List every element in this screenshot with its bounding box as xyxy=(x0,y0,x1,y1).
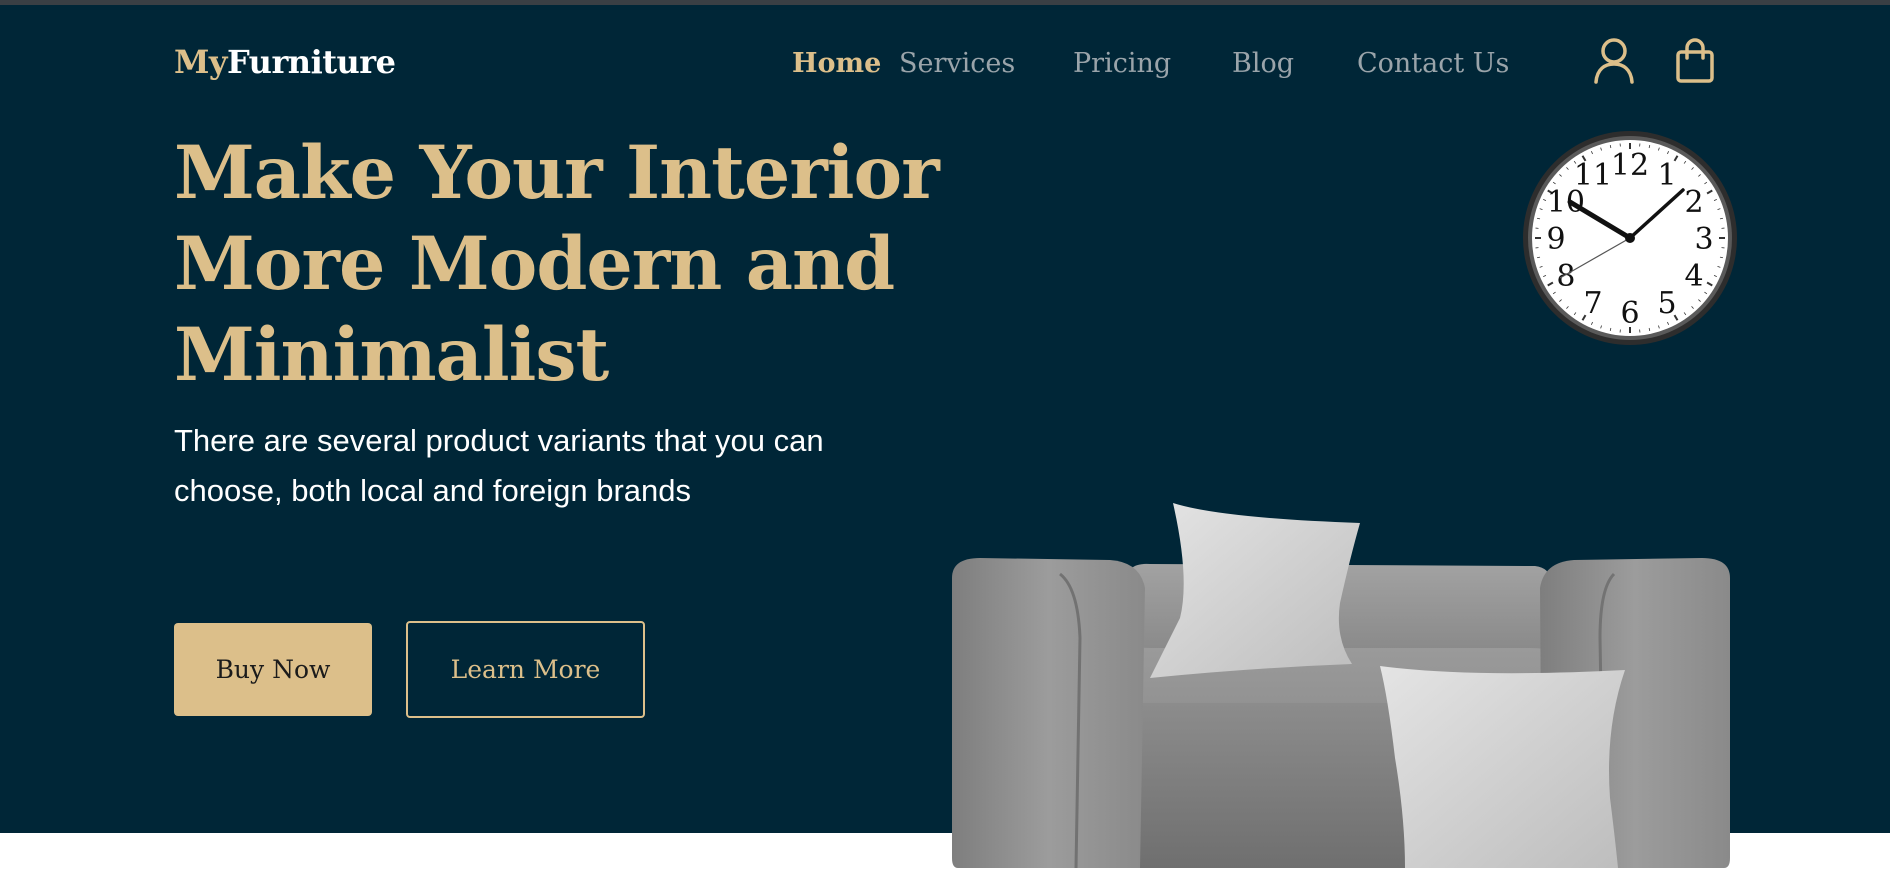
nav-link-services[interactable]: Services xyxy=(899,44,1015,84)
clock-numeral: 6 xyxy=(1620,296,1639,331)
brand-logo-part1: My xyxy=(174,43,227,81)
clock-numeral: 8 xyxy=(1556,259,1575,294)
hero-title-line3: Minimalist xyxy=(174,312,608,398)
hero-subtitle-line2: choose, both local and foreign brands xyxy=(174,473,691,508)
clock-numeral: 2 xyxy=(1685,185,1704,220)
nav-link-contact[interactable]: Contact Us xyxy=(1357,44,1509,84)
hero-title-line2: More Modern and xyxy=(174,221,894,307)
hero-subtitle: There are several product variants that … xyxy=(174,416,914,516)
clock-numeral: 7 xyxy=(1583,286,1602,321)
clock-numeral: 5 xyxy=(1657,286,1676,321)
shopping-bag-icon[interactable] xyxy=(1675,38,1715,84)
clock-numeral: 11 xyxy=(1574,158,1612,193)
sofa-image xyxy=(950,498,1732,868)
wall-clock-image: 121234567891011 xyxy=(1520,128,1740,348)
user-icon[interactable] xyxy=(1592,36,1636,84)
nav-link-pricing[interactable]: Pricing xyxy=(1073,44,1171,84)
buy-now-button[interactable]: Buy Now xyxy=(174,623,372,716)
clock-numeral: 12 xyxy=(1611,148,1649,183)
hero-title-line1: Make Your Interior xyxy=(174,130,939,216)
clock-numeral: 4 xyxy=(1685,259,1704,294)
clock-numeral: 9 xyxy=(1546,222,1565,257)
nav-link-home[interactable]: Home xyxy=(792,44,881,84)
hero-subtitle-line1: There are several product variants that … xyxy=(174,423,824,458)
nav-link-blog[interactable]: Blog xyxy=(1232,44,1294,84)
hero-title: Make Your Interior More Modern and Minim… xyxy=(174,128,974,401)
clock-numeral: 3 xyxy=(1694,222,1713,257)
clock-numeral: 1 xyxy=(1657,158,1676,193)
brand-logo[interactable]: MyFurniture xyxy=(174,42,395,82)
learn-more-button[interactable]: Learn More xyxy=(406,621,645,718)
brand-logo-part2: Furniture xyxy=(227,43,395,81)
